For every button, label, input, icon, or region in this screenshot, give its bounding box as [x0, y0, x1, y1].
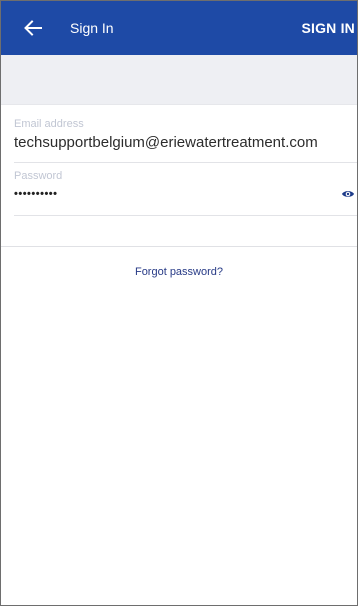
- password-label: Password: [14, 170, 63, 182]
- password-row: ••••••••••: [14, 183, 357, 205]
- app-frame: Sign In SIGN IN Email address techsuppor…: [0, 0, 358, 606]
- email-label: Email address: [14, 118, 84, 130]
- forgot-password-link[interactable]: Forgot password?: [1, 265, 357, 279]
- password-input[interactable]: ••••••••••: [14, 183, 357, 205]
- page-title: Sign In: [70, 20, 114, 36]
- header-spacer: [1, 55, 357, 104]
- email-input[interactable]: techsupportbelgium@eriewatertreatment.co…: [14, 133, 357, 153]
- eye-icon: [342, 191, 354, 197]
- email-underline: [14, 162, 357, 163]
- sign-in-form: Email address techsupportbelgium@eriewat…: [1, 104, 357, 247]
- arrow-left-icon: [24, 20, 42, 36]
- sign-in-button[interactable]: SIGN IN: [301, 18, 355, 38]
- back-button[interactable]: [19, 14, 47, 42]
- password-field[interactable]: Password ••••••••••: [14, 169, 357, 205]
- show-password-button[interactable]: [341, 187, 355, 201]
- email-field[interactable]: Email address techsupportbelgium@eriewat…: [14, 117, 357, 153]
- password-underline: [14, 215, 357, 216]
- app-bar: Sign In SIGN IN: [1, 1, 357, 55]
